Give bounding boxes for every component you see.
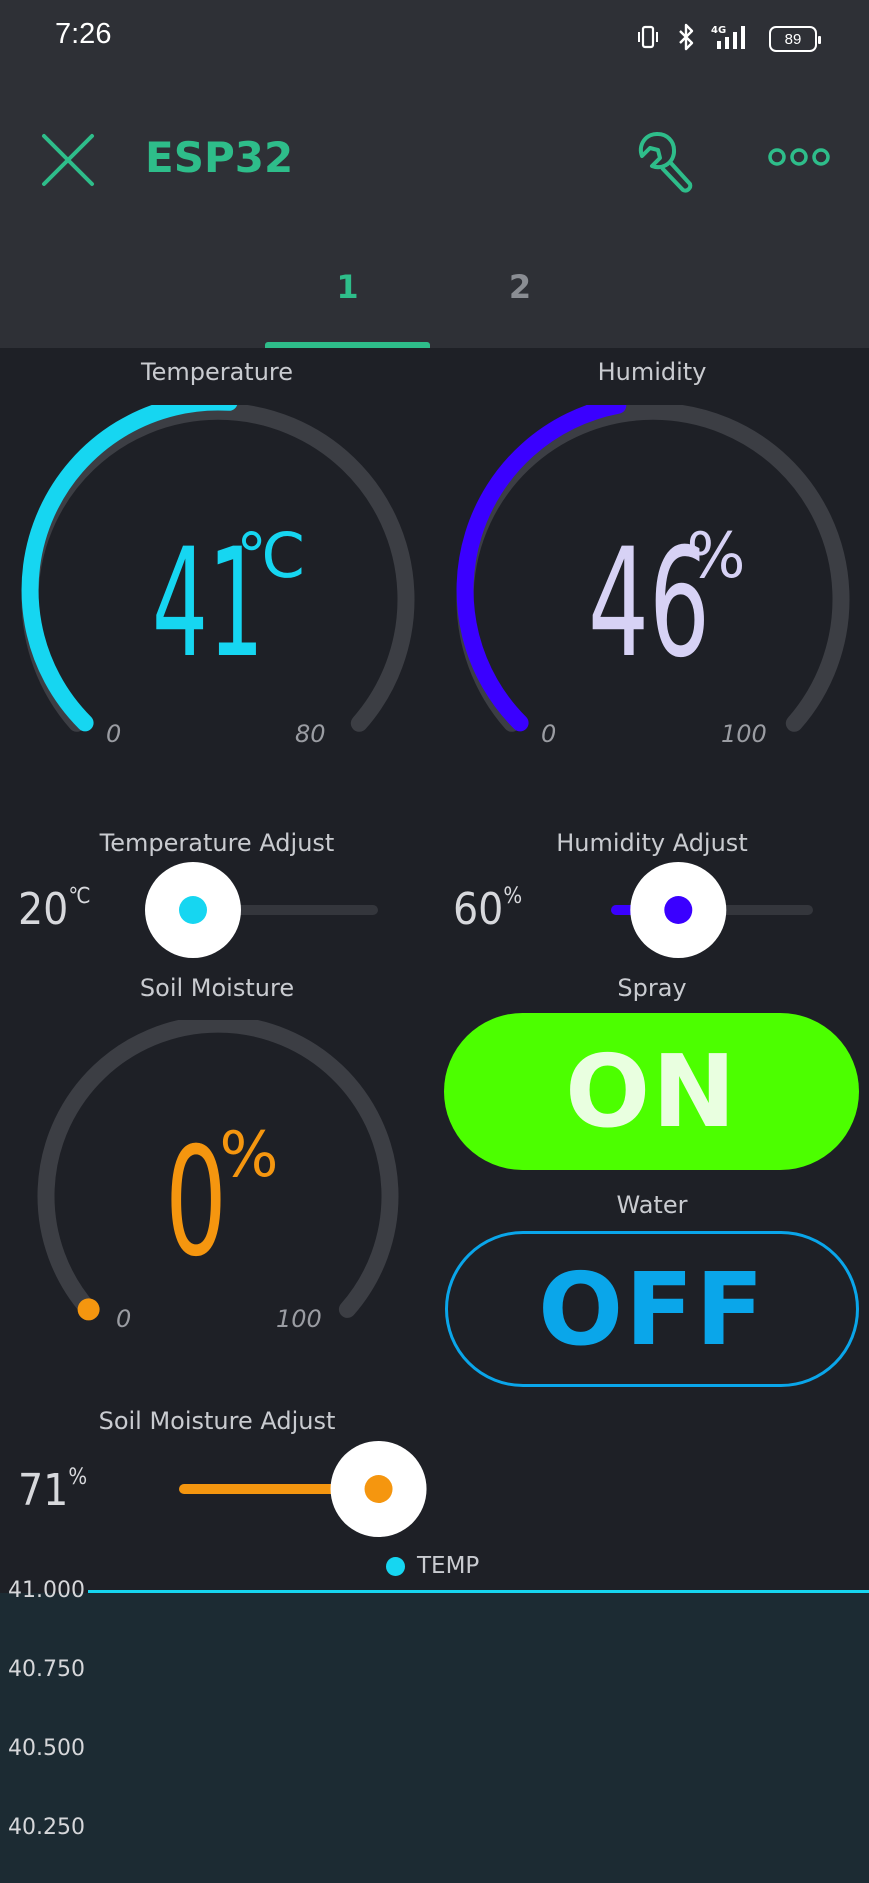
humidity-gauge: 46 % 0 100 xyxy=(453,405,853,748)
humidity-min: 0 xyxy=(541,720,557,748)
temperature-adjust-value: 20℃ xyxy=(18,884,91,935)
soil-moisture-max: 100 xyxy=(276,1305,322,1333)
temperature-adjust-slider[interactable] xyxy=(145,862,380,958)
soil-moisture-adjust-label: Soil Moisture Adjust xyxy=(98,1407,336,1435)
spray-state: ON xyxy=(565,1033,738,1150)
humidity-adjust-number: 60 xyxy=(453,884,504,935)
y-tick-label: 40.250 xyxy=(8,1815,85,1840)
soil-moisture-gauge: 0 % 0 100 xyxy=(36,1020,400,1340)
humidity-unit: % xyxy=(687,519,746,592)
battery-icon: 89 xyxy=(769,26,821,52)
water-state: OFF xyxy=(538,1250,766,1368)
soil-moisture-min: 0 xyxy=(116,1305,132,1333)
temperature-unit: ℃ xyxy=(236,519,306,592)
soil-moisture-value: 0 xyxy=(165,1116,227,1290)
soil-moisture-adjust-number: 71 xyxy=(18,1465,69,1516)
humidity-max: 100 xyxy=(721,720,767,748)
more-dots-icon xyxy=(768,148,830,166)
y-tick-label: 40.500 xyxy=(8,1736,85,1761)
spray-label: Spray xyxy=(617,974,687,1002)
signal-4g-icon: 4G xyxy=(711,23,755,55)
spray-button[interactable]: ON xyxy=(444,1013,859,1170)
humidity-adjust-unit: % xyxy=(503,884,523,909)
battery-level: 89 xyxy=(784,30,802,48)
humidity-adjust-slider[interactable] xyxy=(580,862,815,958)
temperature-gauge: 41 ℃ 0 80 xyxy=(18,405,418,748)
status-time: 7:26 xyxy=(55,18,112,50)
chart-area xyxy=(0,1593,869,1883)
soil-moisture-adjust-unit: % xyxy=(68,1465,88,1490)
humidity-adjust-value: 60% xyxy=(453,884,522,935)
status-icons: 4G 89 xyxy=(635,22,821,56)
chart-legend: TEMP xyxy=(386,1553,479,1579)
close-icon xyxy=(42,134,94,186)
temperature-adjust-thumb[interactable] xyxy=(145,862,241,958)
humidity-label: Humidity xyxy=(597,358,707,386)
soil-moisture-label: Soil Moisture xyxy=(139,974,295,1002)
temperature-max: 80 xyxy=(295,720,326,748)
humidity-adjust-thumb[interactable] xyxy=(630,862,727,958)
settings-button[interactable] xyxy=(630,126,700,196)
vibrate-icon xyxy=(635,24,661,54)
y-tick-label: 41.000 xyxy=(8,1578,85,1603)
status-bar: 7:26 4G 89 xyxy=(0,0,869,78)
soil-moisture-unit: % xyxy=(220,1118,279,1191)
legend-label-temp: TEMP xyxy=(417,1553,480,1579)
network-type-text: 4G xyxy=(711,25,726,36)
chart-series-temp-line xyxy=(88,1590,869,1593)
more-button[interactable] xyxy=(768,142,830,172)
y-tick-label: 40.750 xyxy=(8,1657,85,1682)
temperature-min: 0 xyxy=(106,720,122,748)
soil-moisture-adjust-thumb[interactable] xyxy=(330,1441,427,1537)
legend-dot-temp xyxy=(386,1556,405,1576)
tab-indicator xyxy=(265,342,430,348)
tab-1[interactable]: 1 xyxy=(265,268,430,306)
soil-moisture-adjust-value: 71% xyxy=(18,1465,87,1516)
app-bar: ESP32 1 2 xyxy=(0,78,869,348)
humidity-adjust-label: Humidity Adjust xyxy=(556,829,748,857)
water-label: Water xyxy=(616,1191,688,1219)
soil-moisture-gauge-fill xyxy=(77,1298,100,1321)
water-button[interactable]: OFF xyxy=(445,1231,859,1387)
temperature-adjust-label: Temperature Adjust xyxy=(99,829,335,857)
temperature-adjust-unit: ℃ xyxy=(68,884,91,909)
tab-2[interactable]: 2 xyxy=(480,268,560,306)
temperature-adjust-number: 20 xyxy=(18,884,69,935)
close-button[interactable] xyxy=(38,130,98,190)
app-title: ESP32 xyxy=(145,133,294,182)
wrench-icon xyxy=(638,131,693,193)
soil-moisture-adjust-slider[interactable] xyxy=(170,1441,430,1537)
temperature-label: Temperature xyxy=(140,358,294,386)
bluetooth-icon xyxy=(675,23,697,55)
